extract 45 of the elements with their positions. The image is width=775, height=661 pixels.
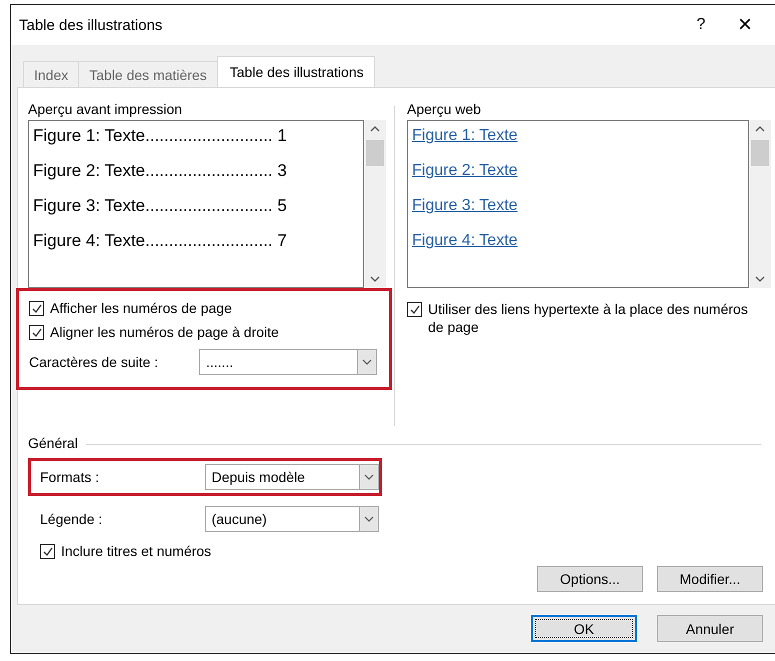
scroll-down-icon[interactable] — [755, 276, 765, 282]
checkbox[interactable] — [29, 301, 44, 316]
chevron-down-icon — [364, 516, 374, 522]
chevron-down-icon — [364, 474, 374, 480]
scroll-thumb[interactable] — [366, 140, 384, 166]
scroll-up-icon[interactable] — [755, 126, 765, 132]
checkbox-label: Utiliser des liens hypertexte à la place des numéros de page — [428, 300, 749, 336]
checkbox-label: Aligner les numéros de page à droite — [50, 323, 279, 341]
preview-entry: Figure 4: Texte........................... 7 — [33, 230, 288, 252]
chevron-down-icon — [362, 359, 372, 365]
dialog-button[interactable]: Annuler — [657, 615, 763, 642]
panel-button[interactable]: Options... — [537, 566, 643, 592]
field-label: Caractères de suite : — [29, 354, 160, 370]
preview-entry: Figure 2: Texte........................... 3 — [33, 160, 288, 182]
scrollbar[interactable] — [749, 120, 771, 288]
checkbox[interactable] — [407, 302, 422, 317]
tab[interactable]: Table des illustrations — [216, 56, 375, 87]
field-label: Légende : — [40, 511, 104, 527]
checkbox[interactable] — [40, 544, 55, 559]
group-label: Général — [28, 434, 78, 452]
preview-entry: Figure 3: Texte........................... 5 — [33, 195, 288, 217]
scroll-thumb[interactable] — [751, 140, 769, 166]
scrollbar[interactable] — [364, 120, 386, 288]
panel-button[interactable]: Modifier... — [657, 566, 763, 592]
checkbox-label: Inclure titres et numéros — [61, 542, 212, 560]
preview-entry: Figure 1: Texte........................... 1 — [33, 125, 288, 147]
leader-dropdown[interactable]: ....... — [199, 349, 377, 375]
group-label: Aperçu web — [407, 100, 481, 118]
group-label: Aperçu avant impression — [28, 100, 182, 118]
preview-link[interactable]: Figure 3: Texte — [412, 197, 518, 214]
help-button[interactable]: ? — [679, 8, 723, 42]
window-title: Table des illustrations — [19, 16, 164, 34]
preview-link[interactable]: Figure 2: Texte — [412, 162, 518, 179]
preview-link[interactable]: Figure 1: Texte — [412, 127, 518, 144]
scroll-up-icon[interactable] — [370, 126, 380, 132]
scroll-down-icon[interactable] — [370, 276, 380, 282]
preview-link[interactable]: Figure 4: Texte — [412, 232, 518, 249]
field-label: Formats : — [40, 469, 100, 485]
close-button[interactable]: × — [723, 8, 767, 42]
tab[interactable]: Index — [23, 61, 80, 87]
checkbox-label: Afficher les numéros de page — [50, 299, 232, 317]
checkbox[interactable] — [29, 325, 44, 340]
dialog-button[interactable]: OK — [531, 615, 637, 642]
dropdown[interactable]: (aucune) — [204, 506, 379, 532]
dropdown[interactable]: Depuis modèle — [204, 464, 379, 490]
